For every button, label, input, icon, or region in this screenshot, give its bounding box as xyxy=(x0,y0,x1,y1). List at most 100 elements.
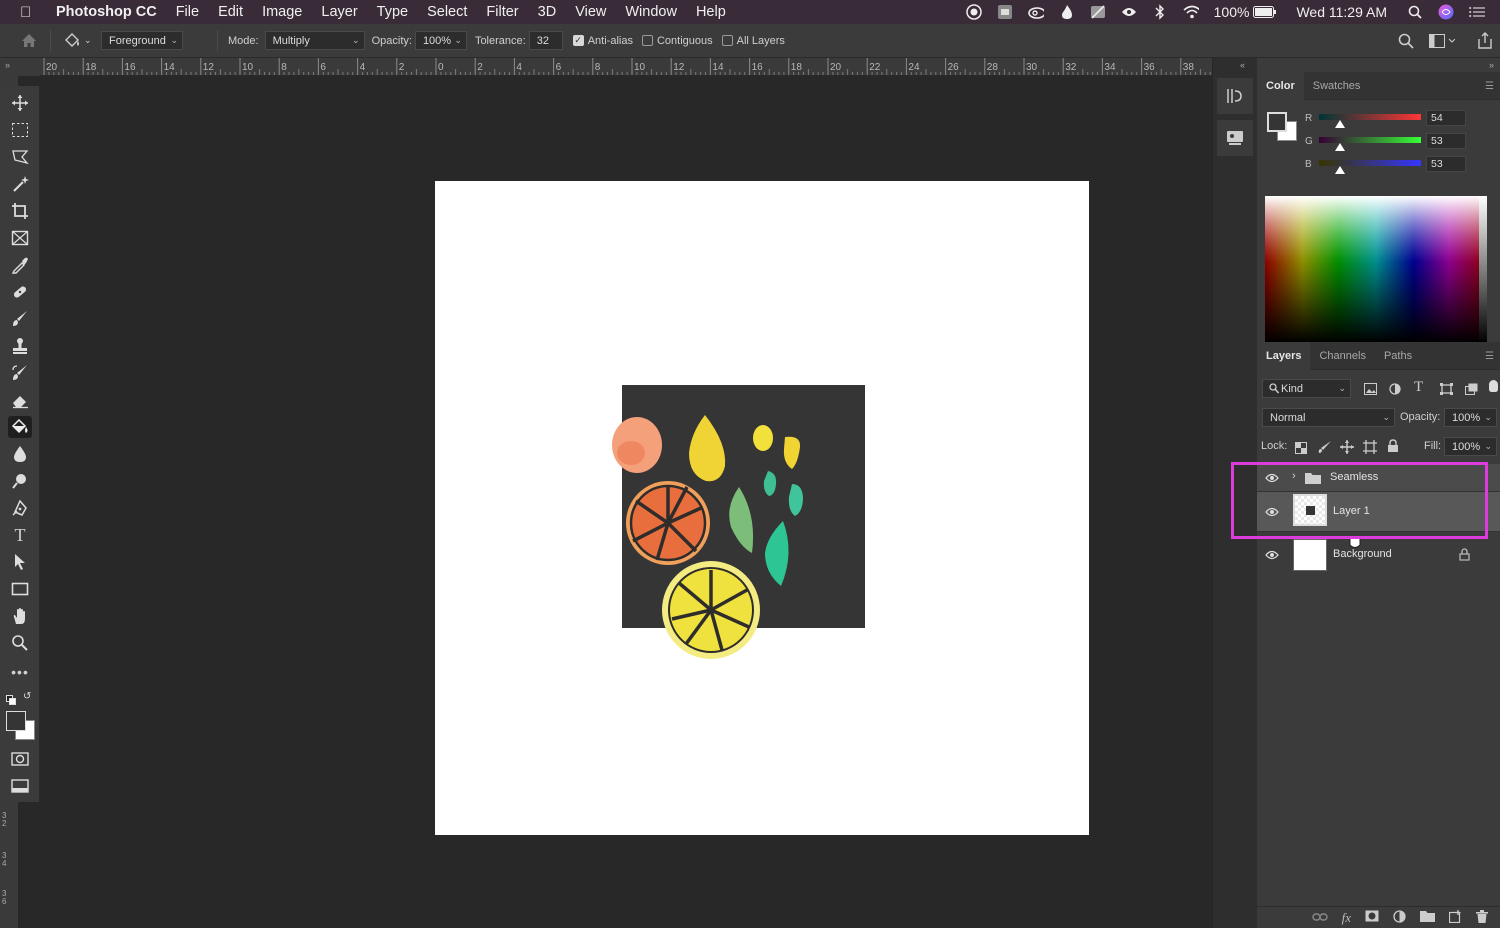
panel-menu-icon[interactable]: ☰ xyxy=(1485,81,1494,92)
spectrum-grayscale-strip[interactable] xyxy=(1479,196,1487,343)
wifi-icon[interactable] xyxy=(1183,4,1199,20)
blue-thumb[interactable] xyxy=(1335,166,1346,174)
crop-tool-icon[interactable] xyxy=(8,200,32,222)
screencast-icon[interactable] xyxy=(997,4,1013,20)
panel-fg-swatch[interactable] xyxy=(1267,112,1287,132)
type-tool-icon[interactable]: T xyxy=(8,524,32,546)
layer-row-background[interactable]: Background xyxy=(1257,534,1500,576)
link-layers-icon[interactable] xyxy=(1311,911,1328,925)
red-slider[interactable]: R 54 xyxy=(1305,110,1495,130)
expand-panels-icon[interactable]: » xyxy=(1489,60,1494,70)
smart-object-filter-icon[interactable] xyxy=(1465,382,1478,400)
adjustment-filter-icon[interactable] xyxy=(1389,382,1401,400)
tolerance-input[interactable]: 32 xyxy=(528,31,563,50)
magic-wand-tool-icon[interactable] xyxy=(8,173,32,195)
menu-filter[interactable]: Filter xyxy=(486,4,518,20)
red-value-input[interactable]: 54 xyxy=(1426,110,1466,126)
new-layer-icon[interactable] xyxy=(1448,909,1462,926)
layer-opacity-input[interactable]: 100% ⌄ xyxy=(1444,408,1497,427)
lock-transparent-icon[interactable] xyxy=(1295,441,1307,459)
tab-swatches[interactable]: Swatches xyxy=(1304,72,1370,100)
more-tools-icon[interactable]: ••• xyxy=(8,661,32,683)
tab-channels[interactable]: Channels xyxy=(1310,342,1374,370)
no-camera-icon[interactable] xyxy=(1090,4,1106,20)
menu-help[interactable]: Help xyxy=(696,4,726,20)
menu-clock[interactable]: Wed 11:29 AM xyxy=(1296,4,1387,20)
default-colors-icon[interactable] xyxy=(6,692,16,705)
blue-value-input[interactable]: 53 xyxy=(1426,156,1466,172)
green-slider[interactable]: G 53 xyxy=(1305,133,1495,153)
fill-source-select[interactable]: Foreground ⌄ xyxy=(101,31,183,50)
blue-track[interactable] xyxy=(1319,160,1421,166)
flame-icon[interactable] xyxy=(1059,4,1075,20)
eyedropper-tool-icon[interactable] xyxy=(8,254,32,276)
add-mask-icon[interactable] xyxy=(1365,910,1379,925)
anti-alias-checkbox[interactable]: ✓ xyxy=(572,35,584,46)
tab-paths[interactable]: Paths xyxy=(1375,342,1421,370)
layer-name[interactable]: Background xyxy=(1333,548,1392,560)
properties-panel-icon[interactable] xyxy=(1217,120,1253,156)
menu-edit[interactable]: Edit xyxy=(218,4,243,20)
document-canvas[interactable] xyxy=(435,181,1089,835)
spotlight-search-icon[interactable] xyxy=(1407,4,1423,20)
new-group-icon[interactable] xyxy=(1420,910,1435,925)
bluetooth-icon[interactable] xyxy=(1152,4,1168,20)
clone-stamp-tool-icon[interactable] xyxy=(8,335,32,357)
red-thumb[interactable] xyxy=(1335,120,1346,128)
menu-layer[interactable]: Layer xyxy=(321,4,357,20)
quick-mask-icon[interactable] xyxy=(8,748,32,770)
dodge-tool-icon[interactable] xyxy=(8,470,32,492)
type-filter-icon[interactable]: T xyxy=(1414,379,1423,396)
blue-slider[interactable]: B 53 xyxy=(1305,156,1495,176)
zoom-tool-icon[interactable] xyxy=(8,632,32,654)
pen-tool-icon[interactable] xyxy=(8,497,32,519)
lock-pixels-icon[interactable] xyxy=(1318,440,1332,459)
blur-tool-icon[interactable] xyxy=(8,443,32,465)
panel-menu-icon[interactable]: ☰ xyxy=(1485,351,1494,362)
record-icon[interactable] xyxy=(965,4,982,20)
paint-bucket-tool-icon[interactable] xyxy=(8,416,32,438)
eraser-tool-icon[interactable] xyxy=(8,389,32,411)
history-brush-tool-icon[interactable] xyxy=(8,362,32,384)
contiguous-checkbox[interactable] xyxy=(641,35,653,46)
healing-brush-tool-icon[interactable] xyxy=(8,281,32,303)
green-thumb[interactable] xyxy=(1335,143,1346,151)
lasso-tool-icon[interactable] xyxy=(8,146,32,168)
lock-position-icon[interactable] xyxy=(1340,440,1354,459)
battery-icon[interactable] xyxy=(1253,4,1277,20)
layer-blend-mode-select[interactable]: Normal ⌄ xyxy=(1262,408,1395,427)
creative-cloud-icon[interactable] xyxy=(1027,4,1044,20)
shape-filter-icon[interactable] xyxy=(1440,382,1453,400)
menu-window[interactable]: Window xyxy=(625,4,677,20)
visibility-eye-icon[interactable] xyxy=(1265,550,1279,560)
layer-fill-input[interactable]: 100% ⌄ xyxy=(1444,437,1497,456)
green-value-input[interactable]: 53 xyxy=(1426,133,1466,149)
eye-menu-icon[interactable] xyxy=(1121,4,1137,20)
menu-file[interactable]: File xyxy=(176,4,199,20)
lock-all-icon[interactable] xyxy=(1387,439,1399,458)
layer-thumbnail[interactable] xyxy=(1293,539,1327,571)
marquee-tool-icon[interactable] xyxy=(8,119,32,141)
app-menu[interactable]: Photoshop CC xyxy=(56,4,157,20)
tab-color[interactable]: Color xyxy=(1257,71,1304,100)
notification-center-icon[interactable] xyxy=(1469,4,1485,20)
layer-filter-select[interactable]: Kind ⌄ xyxy=(1262,379,1351,398)
menu-view[interactable]: View xyxy=(575,4,606,20)
screen-mode-icon[interactable] xyxy=(8,775,32,797)
layer-style-fx-icon[interactable]: fx xyxy=(1342,910,1351,926)
rectangle-tool-icon[interactable] xyxy=(8,578,32,600)
tab-layers[interactable]: Layers xyxy=(1257,341,1311,370)
adjustment-layer-icon[interactable] xyxy=(1393,909,1406,926)
frame-tool-icon[interactable] xyxy=(8,227,32,249)
green-track[interactable] xyxy=(1319,137,1421,143)
menu-3d[interactable]: 3D xyxy=(538,4,557,20)
history-panel-icon[interactable] xyxy=(1217,78,1253,114)
lock-artboard-icon[interactable] xyxy=(1363,440,1377,459)
search-icon[interactable] xyxy=(1398,33,1414,52)
opacity-input[interactable]: 100% ⌄ xyxy=(414,31,467,50)
pixel-filter-icon[interactable] xyxy=(1364,382,1377,400)
menu-image[interactable]: Image xyxy=(262,4,302,20)
menu-type[interactable]: Type xyxy=(377,4,408,20)
swap-colors-icon[interactable]: ↺ xyxy=(23,691,35,703)
filter-toggle[interactable] xyxy=(1489,380,1498,392)
